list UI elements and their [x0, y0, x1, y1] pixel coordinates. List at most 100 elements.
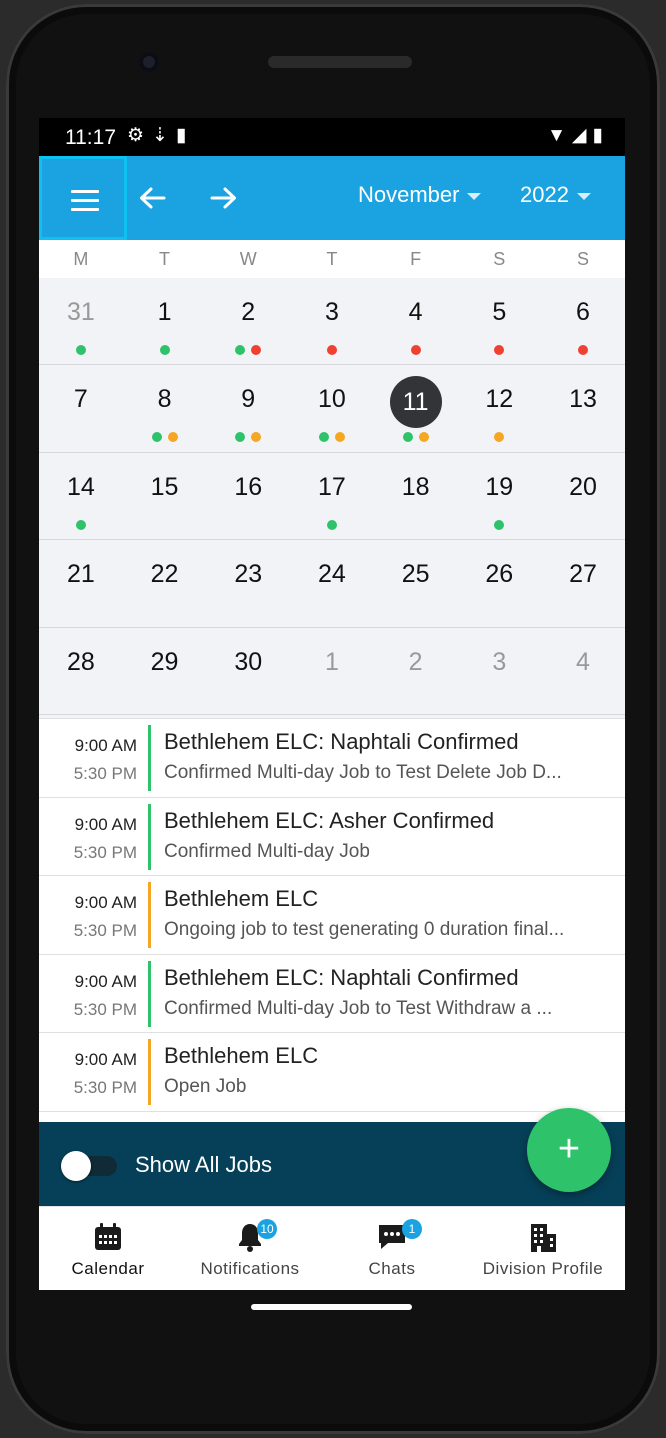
day-number: 24	[318, 560, 346, 589]
calendar-day[interactable]: 23	[206, 540, 290, 626]
calendar-day[interactable]: 14	[39, 453, 123, 539]
day-number: 29	[150, 647, 179, 676]
calendar-day[interactable]: 17	[290, 453, 374, 539]
calendar-day[interactable]: 16	[206, 453, 290, 539]
calendar-day[interactable]: 29	[123, 628, 207, 714]
event-dots	[374, 432, 458, 443]
next-month-button[interactable]	[200, 174, 248, 222]
status-icons-left: ⚙⇣▮	[127, 124, 194, 147]
caret-down-icon	[576, 192, 591, 200]
calendar-day[interactable]: 1	[123, 278, 207, 364]
job-list-item[interactable]: 9:00 AM 5:30 PM Bethlehem ELC: Asher Con…	[39, 798, 625, 877]
earpiece-speaker	[268, 56, 412, 68]
day-number: 27	[569, 560, 597, 589]
nav-chats[interactable]: 1 Chats	[323, 1207, 461, 1290]
job-status-stripe	[148, 882, 151, 949]
calendar-day[interactable]: 4	[374, 278, 458, 364]
calendar-day[interactable]: 24	[290, 540, 374, 626]
month-dropdown[interactable]: November	[358, 182, 482, 208]
day-number: 26	[485, 560, 514, 589]
calendar-day[interactable]: 10	[290, 365, 374, 451]
calendar-day[interactable]: 25	[374, 540, 458, 626]
event-dots	[39, 345, 123, 355]
event-dots	[290, 432, 374, 443]
calendar-day[interactable]: 3	[290, 278, 374, 364]
calendar-day[interactable]: 2	[374, 628, 458, 714]
job-title: Bethlehem ELC	[164, 1043, 319, 1069]
event-dot	[494, 345, 505, 355]
calendar-day[interactable]: 20	[541, 453, 625, 539]
job-list-item[interactable]: 9:00 AM 5:30 PM Bethlehem ELC: Naphtali …	[39, 719, 625, 798]
calendar-day[interactable]: 21	[39, 540, 123, 626]
add-job-button[interactable]: +	[527, 1108, 611, 1192]
event-dots	[206, 432, 290, 443]
nav-calendar[interactable]: Calendar	[39, 1207, 177, 1290]
event-dots	[541, 345, 625, 355]
calendar-day-today[interactable]: 11	[374, 365, 458, 451]
event-dots	[290, 345, 374, 355]
calendar-day[interactable]: 22	[123, 540, 207, 626]
calendar-day[interactable]: 31	[39, 278, 123, 364]
calendar-day[interactable]: 6	[541, 278, 625, 364]
job-list: 9:00 AM 5:30 PM Bethlehem ELC: Naphtali …	[39, 718, 625, 1123]
job-list-item[interactable]: 9:00 AM 5:30 PM Bethlehem ELC Open Job	[39, 1033, 625, 1112]
calendar-day[interactable]: 30	[206, 628, 290, 714]
event-dot	[494, 519, 505, 530]
job-description: Confirmed Multi-day Job to Test Delete J…	[164, 762, 562, 783]
calendar-day[interactable]: 9	[206, 365, 290, 451]
previous-month-button[interactable]	[128, 174, 176, 222]
day-number: 15	[150, 472, 179, 501]
day-number: 7	[73, 385, 88, 414]
switch-knob[interactable]	[61, 1151, 91, 1181]
day-number: 30	[234, 647, 263, 676]
day-number: 6	[576, 298, 590, 326]
calendar-day[interactable]: 7	[39, 365, 123, 451]
calendar-day[interactable]: 19	[457, 453, 541, 539]
calendar-day[interactable]: 18	[374, 453, 458, 539]
calendar-day[interactable]: 4	[541, 628, 625, 714]
job-end-time: 5:30 PM	[73, 1078, 137, 1098]
calendar-icon	[95, 1223, 121, 1250]
day-number: 8	[157, 385, 172, 414]
job-list-item[interactable]: 9:00 AM 5:30 PM Bethlehem ELC Ongoing jo…	[39, 876, 625, 955]
day-number: 10	[318, 385, 346, 414]
front-camera	[139, 52, 159, 72]
calendar-day[interactable]: 26	[457, 540, 541, 626]
weekday-label: F	[410, 249, 422, 269]
calendar-day[interactable]: 15	[123, 453, 207, 539]
day-number: 11	[389, 376, 442, 429]
menu-button[interactable]	[39, 156, 127, 240]
calendar-week: 28 29 30 1 2 3 4	[39, 628, 625, 715]
day-number: 12	[485, 385, 514, 414]
day-number: 25	[401, 560, 430, 589]
calendar-day[interactable]: 2	[206, 278, 290, 364]
calendar-day[interactable]: 1	[290, 628, 374, 714]
month-label: November	[358, 182, 460, 207]
job-status-stripe	[148, 960, 151, 1027]
calendar-day[interactable]: 13	[541, 365, 625, 451]
nav-notifications[interactable]: 10 Notifications	[177, 1207, 323, 1290]
event-dot	[235, 345, 246, 355]
calendar-day[interactable]: 28	[39, 628, 123, 714]
signal-icon: ◢	[571, 125, 593, 146]
chats-badge: 1	[402, 1219, 422, 1239]
calendar-day[interactable]: 5	[457, 278, 541, 364]
weekday-header: M T W T F S S	[39, 240, 625, 278]
calendar-day[interactable]: 8	[123, 365, 207, 451]
job-status-stripe	[148, 1039, 151, 1106]
calendar-day[interactable]: 27	[541, 540, 625, 626]
day-number: 16	[234, 472, 263, 501]
job-description: Confirmed Multi-day Job to Test Withdraw…	[164, 997, 553, 1019]
calendar-day[interactable]: 3	[457, 628, 541, 714]
sd-card-icon: ▮	[175, 125, 195, 146]
year-label: 2022	[520, 182, 569, 207]
event-dot	[334, 432, 345, 443]
event-dot	[235, 432, 246, 443]
day-number: 13	[569, 385, 597, 414]
calendar-day[interactable]: 12	[457, 365, 541, 451]
job-list-item[interactable]: 9:00 AM 5:30 PM Bethlehem ELC: Naphtali …	[39, 955, 625, 1034]
caret-down-icon	[467, 192, 482, 200]
year-dropdown[interactable]: 2022	[520, 182, 591, 208]
nav-division-profile[interactable]: Division Profile	[461, 1207, 625, 1290]
day-number: 22	[150, 560, 179, 589]
